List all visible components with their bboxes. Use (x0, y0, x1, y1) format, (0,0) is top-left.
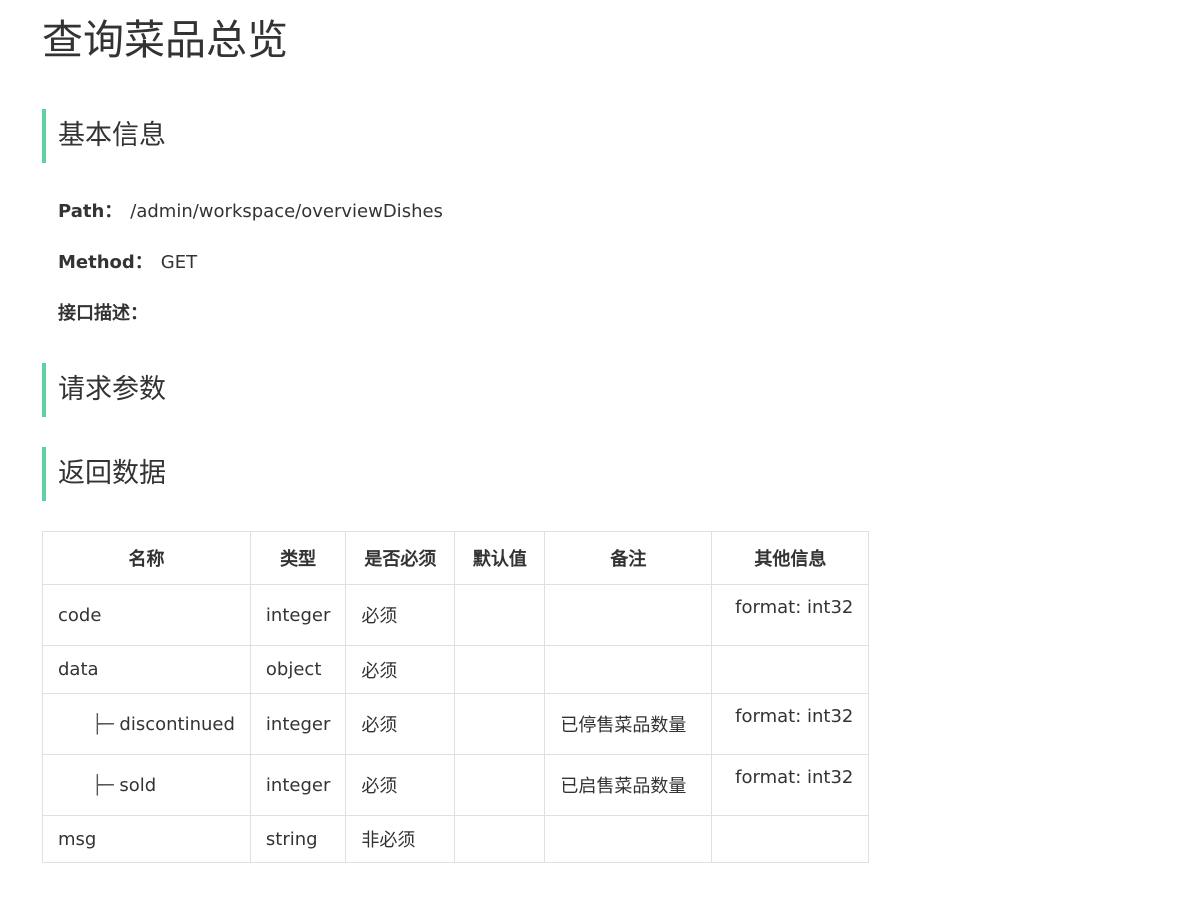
cell-type: string (249, 815, 347, 863)
cell-required: 必须 (345, 754, 456, 816)
cell-other: format: int32 (711, 754, 870, 816)
description-label: 接口描述： (58, 303, 148, 324)
cell-type: integer (249, 693, 347, 755)
return-data-table: 名称 类型 是否必须 默认值 备注 其他信息 code integer 必须 f… (42, 531, 870, 863)
header-default: 默认值 (454, 531, 546, 585)
cell-default (454, 815, 546, 863)
section-heading-request-params: 请求参数 (42, 363, 166, 417)
cell-remark (544, 584, 713, 646)
cell-remark (544, 815, 713, 863)
cell-default (454, 584, 546, 646)
tree-prefix: ├─ (92, 713, 120, 735)
cell-name: code (42, 584, 251, 646)
path-line: Path： /admin/workspace/overviewDishes (58, 200, 443, 224)
cell-other: format: int32 (711, 584, 870, 646)
section-heading-basic-info: 基本信息 (42, 109, 166, 163)
table-header-row: 名称 类型 是否必须 默认值 备注 其他信息 (42, 531, 870, 585)
cell-name: ├─ discontinued (42, 693, 251, 755)
method-label: Method： (58, 252, 153, 273)
cell-default (454, 693, 546, 755)
cell-remark: 已启售菜品数量 (544, 754, 713, 816)
cell-name: data (42, 645, 251, 694)
cell-type: integer (249, 584, 347, 646)
cell-type: object (249, 645, 347, 694)
cell-remark (544, 645, 713, 694)
tree-prefix: ├─ (92, 774, 120, 796)
table-row: data object 必须 (42, 645, 870, 694)
cell-name: msg (42, 815, 251, 863)
table-row: msg string 非必须 (42, 815, 870, 863)
cell-type: integer (249, 754, 347, 816)
path-label: Path： (58, 201, 123, 222)
cell-other: format: int32 (711, 693, 870, 755)
cell-remark: 已停售菜品数量 (544, 693, 713, 755)
cell-required: 必须 (345, 645, 456, 694)
cell-default (454, 645, 546, 694)
table-row: ├─ discontinued integer 必须 已停售菜品数量 forma… (42, 693, 870, 755)
description-line: 接口描述： (58, 302, 148, 326)
method-value: GET (160, 252, 198, 273)
cell-name: ├─ sold (42, 754, 251, 816)
cell-required: 必须 (345, 693, 456, 755)
header-remark: 备注 (544, 531, 713, 585)
path-value: /admin/workspace/overviewDishes (130, 201, 443, 222)
field-name: code (58, 604, 102, 626)
field-name: data (58, 659, 99, 680)
header-other: 其他信息 (711, 531, 870, 585)
field-name: sold (119, 774, 157, 796)
table-row: ├─ sold integer 必须 已启售菜品数量 format: int32 (42, 754, 870, 816)
header-name: 名称 (42, 531, 251, 585)
header-required: 是否必须 (345, 531, 456, 585)
cell-other (711, 815, 870, 863)
cell-other (711, 645, 870, 694)
table-row: code integer 必须 format: int32 (42, 584, 870, 646)
cell-required: 非必须 (345, 815, 456, 863)
field-name: discontinued (119, 713, 235, 735)
header-type: 类型 (249, 531, 347, 585)
method-line: Method： GET (58, 251, 197, 275)
cell-default (454, 754, 546, 816)
section-heading-return-data: 返回数据 (42, 447, 166, 501)
cell-required: 必须 (345, 584, 456, 646)
page-title: 查询菜品总览 (42, 16, 288, 64)
field-name: msg (58, 828, 97, 850)
